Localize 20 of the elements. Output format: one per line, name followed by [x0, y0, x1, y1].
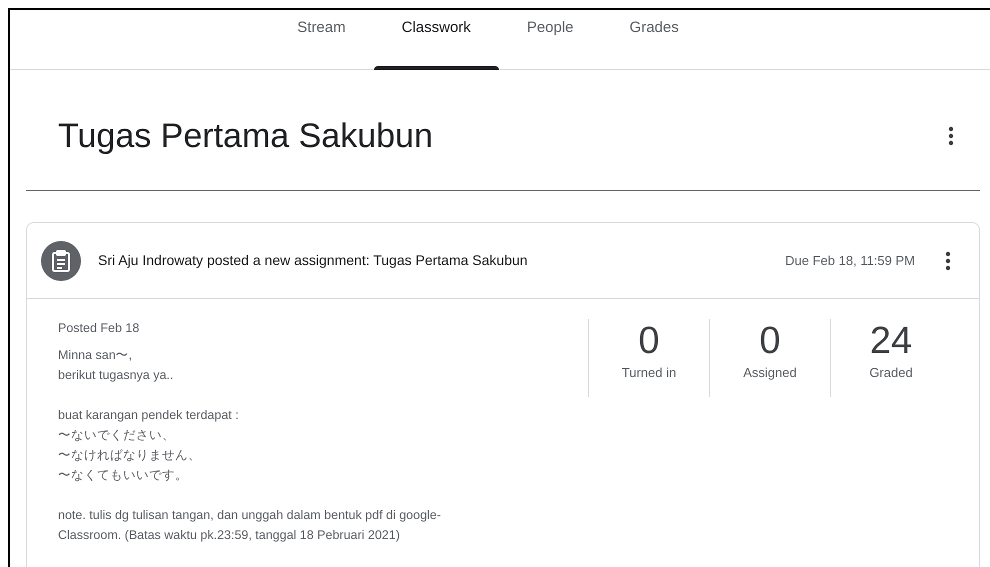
posted-date: Posted Feb 18 — [58, 320, 140, 337]
stat-value: 24 — [870, 319, 912, 363]
more-menu-icon[interactable] — [945, 250, 951, 270]
due-date: Due Feb 18, 11:59 PM — [785, 252, 915, 270]
description-paragraph: buat karangan pendek terdapat : 〜ないでください、 〜なければなりません、 〜なくてもいいです。 — [58, 406, 240, 484]
stat-value: 0 — [638, 319, 660, 363]
description-paragraph: note. tulis dg tulisan tangan, dan unggah dalam bentuk pdf di google- Classroom. (Batas waktu pk.23:59, tanggal 18 Pebruari 2021) — [58, 506, 442, 544]
stat-label: Graded — [869, 364, 913, 382]
tab[interactable]: Classwork — [374, 10, 499, 70]
description-paragraph: Minna san〜, berikut tugasnya ya.. — [58, 346, 174, 384]
stat-value: 0 — [759, 319, 781, 363]
tab[interactable]: Grades — [602, 10, 707, 70]
post-header: Sri Aju Indrowaty posted a new assignment: Tugas Pertama Sakubun — [98, 251, 529, 270]
stat-label: Turned in — [622, 364, 676, 382]
assignment-icon — [41, 240, 81, 280]
tab[interactable]: People — [498, 10, 602, 70]
assignment-title: Tugas Pertama Sakubun — [58, 116, 433, 156]
tab[interactable]: Stream — [269, 10, 374, 70]
stat-label: Assigned — [743, 364, 797, 382]
more-menu-icon[interactable] — [948, 126, 954, 146]
